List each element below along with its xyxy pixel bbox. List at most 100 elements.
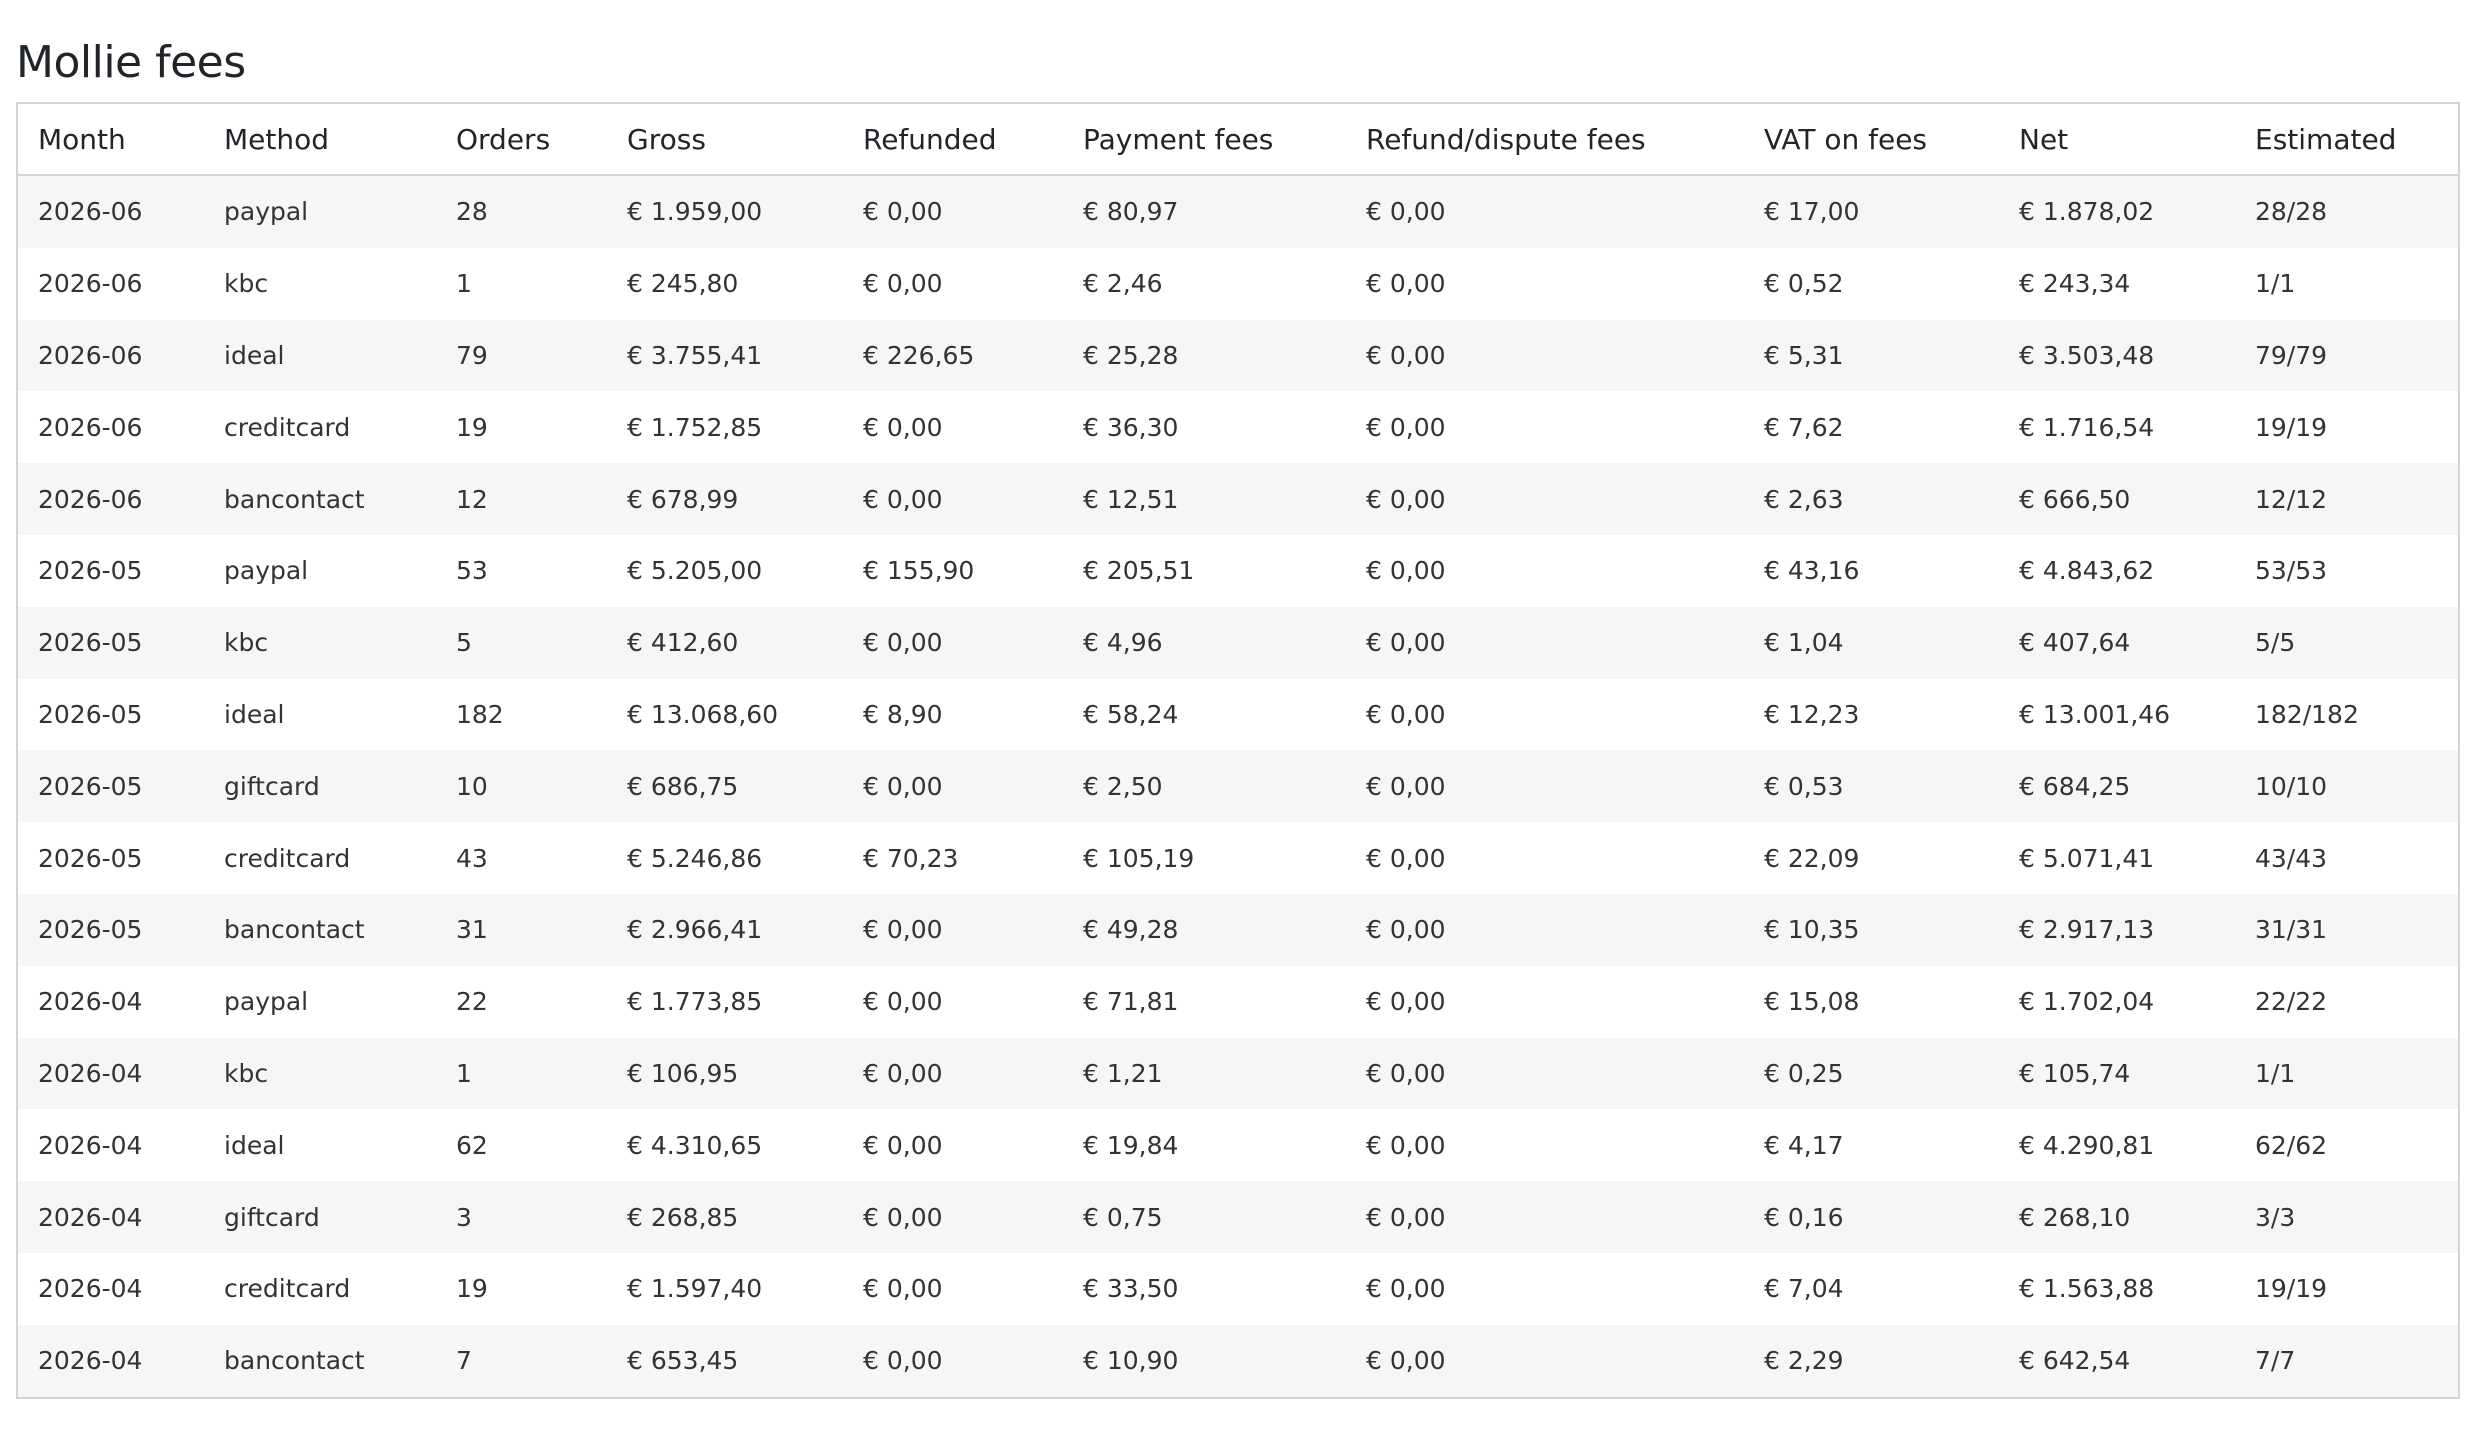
cell-gross: € 5.205,00 (607, 534, 843, 607)
cell-vat-on-fees: € 10,35 (1744, 893, 1999, 966)
cell-month: 2026-06 (18, 319, 204, 392)
cell-vat-on-fees: € 5,31 (1744, 319, 1999, 392)
cell-payment-fees: € 25,28 (1063, 319, 1346, 392)
cell-method: creditcard (204, 391, 436, 464)
cell-payment-fees: € 105,19 (1063, 822, 1346, 894)
cell-refunded: € 0,00 (843, 1252, 1063, 1325)
table-row: 2026-06 paypal 28 € 1.959,00 € 0,00 € 80,97 € … (18, 175, 2458, 248)
cell-orders: 1 (436, 1037, 607, 1110)
cell-refund-dispute-fees: € 0,00 (1346, 750, 1744, 823)
cell-month: 2026-05 (18, 606, 204, 679)
cell-estimated: 43/43 (2235, 822, 2458, 894)
cell-method: bancontact (204, 893, 436, 966)
cell-method: paypal (204, 965, 436, 1038)
cell-month: 2026-04 (18, 1109, 204, 1182)
cell-payment-fees: € 58,24 (1063, 678, 1346, 751)
cell-month: 2026-06 (18, 463, 204, 535)
cell-net: € 4.290,81 (1999, 1109, 2235, 1182)
cell-net: € 268,10 (1999, 1181, 2235, 1253)
table-row: 2026-05 creditcard 43 € 5.246,86 € 70,23 € 10… (18, 822, 2458, 894)
table-row: 2026-06 bancontact 12 € 678,99 € 0,00 € 12,51… (18, 463, 2458, 535)
cell-estimated: 10/10 (2235, 750, 2458, 823)
cell-net: € 642,54 (1999, 1324, 2235, 1397)
cell-gross: € 678,99 (607, 463, 843, 535)
cell-gross: € 3.755,41 (607, 319, 843, 392)
cell-gross: € 245,80 (607, 247, 843, 320)
column-header-month: Month (18, 104, 204, 176)
cell-net: € 4.843,62 (1999, 534, 2235, 607)
cell-month: 2026-05 (18, 534, 204, 607)
cell-vat-on-fees: € 17,00 (1744, 175, 1999, 248)
table-row: 2026-04 paypal 22 € 1.773,85 € 0,00 € 71,81 € … (18, 965, 2458, 1038)
cell-month: 2026-06 (18, 175, 204, 248)
column-header-net: Net (1999, 104, 2235, 176)
header-row: Month Method Orders Gross Refunded Payment fe… (18, 104, 2458, 176)
cell-method: giftcard (204, 750, 436, 823)
cell-vat-on-fees: € 2,29 (1744, 1324, 1999, 1397)
cell-payment-fees: € 205,51 (1063, 534, 1346, 607)
cell-method: bancontact (204, 463, 436, 535)
cell-gross: € 268,85 (607, 1181, 843, 1253)
cell-payment-fees: € 10,90 (1063, 1324, 1346, 1397)
cell-refunded: € 155,90 (843, 534, 1063, 607)
cell-vat-on-fees: € 0,53 (1744, 750, 1999, 823)
cell-refund-dispute-fees: € 0,00 (1346, 893, 1744, 966)
cell-orders: 53 (436, 534, 607, 607)
column-header-gross: Gross (607, 104, 843, 176)
cell-refund-dispute-fees: € 0,00 (1346, 534, 1744, 607)
cell-refund-dispute-fees: € 0,00 (1346, 1181, 1744, 1253)
column-header-method: Method (204, 104, 436, 176)
cell-payment-fees: € 0,75 (1063, 1181, 1346, 1253)
cell-month: 2026-04 (18, 965, 204, 1038)
cell-orders: 43 (436, 822, 607, 894)
cell-refund-dispute-fees: € 0,00 (1346, 247, 1744, 320)
cell-month: 2026-05 (18, 678, 204, 751)
cell-method: giftcard (204, 1181, 436, 1253)
cell-payment-fees: € 36,30 (1063, 391, 1346, 464)
cell-net: € 1.716,54 (1999, 391, 2235, 464)
cell-net: € 1.878,02 (1999, 175, 2235, 248)
cell-orders: 62 (436, 1109, 607, 1182)
cell-refunded: € 8,90 (843, 678, 1063, 751)
cell-vat-on-fees: € 7,04 (1744, 1252, 1999, 1325)
cell-vat-on-fees: € 0,16 (1744, 1181, 1999, 1253)
cell-refunded: € 226,65 (843, 319, 1063, 392)
cell-refunded: € 0,00 (843, 247, 1063, 320)
cell-orders: 79 (436, 319, 607, 392)
page: Mollie fees Month Method Orders Gross Refund… (16, 36, 2460, 1399)
cell-refund-dispute-fees: € 0,00 (1346, 319, 1744, 392)
column-header-refunded: Refunded (843, 104, 1063, 176)
table-header: Month Method Orders Gross Refunded Payment fe… (18, 104, 2458, 176)
cell-refund-dispute-fees: € 0,00 (1346, 822, 1744, 894)
cell-method: ideal (204, 1109, 436, 1182)
cell-refunded: € 0,00 (843, 606, 1063, 679)
cell-estimated: 19/19 (2235, 1252, 2458, 1325)
cell-gross: € 1.597,40 (607, 1252, 843, 1325)
cell-refunded: € 0,00 (843, 175, 1063, 248)
cell-vat-on-fees: € 7,62 (1744, 391, 1999, 464)
cell-month: 2026-04 (18, 1037, 204, 1110)
cell-estimated: 5/5 (2235, 606, 2458, 679)
cell-estimated: 12/12 (2235, 463, 2458, 535)
column-header-refund-dispute-fees: Refund/dispute fees (1346, 104, 1744, 176)
cell-method: kbc (204, 247, 436, 320)
cell-net: € 407,64 (1999, 606, 2235, 679)
cell-month: 2026-05 (18, 750, 204, 823)
cell-refund-dispute-fees: € 0,00 (1346, 1037, 1744, 1110)
cell-refunded: € 0,00 (843, 391, 1063, 464)
table-row: 2026-05 paypal 53 € 5.205,00 € 155,90 € 205,5… (18, 534, 2458, 607)
column-header-orders: Orders (436, 104, 607, 176)
cell-orders: 19 (436, 1252, 607, 1325)
cell-estimated: 53/53 (2235, 534, 2458, 607)
cell-refund-dispute-fees: € 0,00 (1346, 1109, 1744, 1182)
cell-orders: 182 (436, 678, 607, 751)
cell-refund-dispute-fees: € 0,00 (1346, 678, 1744, 751)
cell-payment-fees: € 1,21 (1063, 1037, 1346, 1110)
cell-estimated: 62/62 (2235, 1109, 2458, 1182)
cell-estimated: 79/79 (2235, 319, 2458, 392)
cell-estimated: 19/19 (2235, 391, 2458, 464)
cell-refunded: € 0,00 (843, 750, 1063, 823)
table-row: 2026-05 bancontact 31 € 2.966,41 € 0,00 € 49,… (18, 893, 2458, 966)
cell-method: bancontact (204, 1324, 436, 1397)
table-body: 2026-06 paypal 28 € 1.959,00 € 0,00 € 80,97 € … (18, 175, 2458, 1397)
